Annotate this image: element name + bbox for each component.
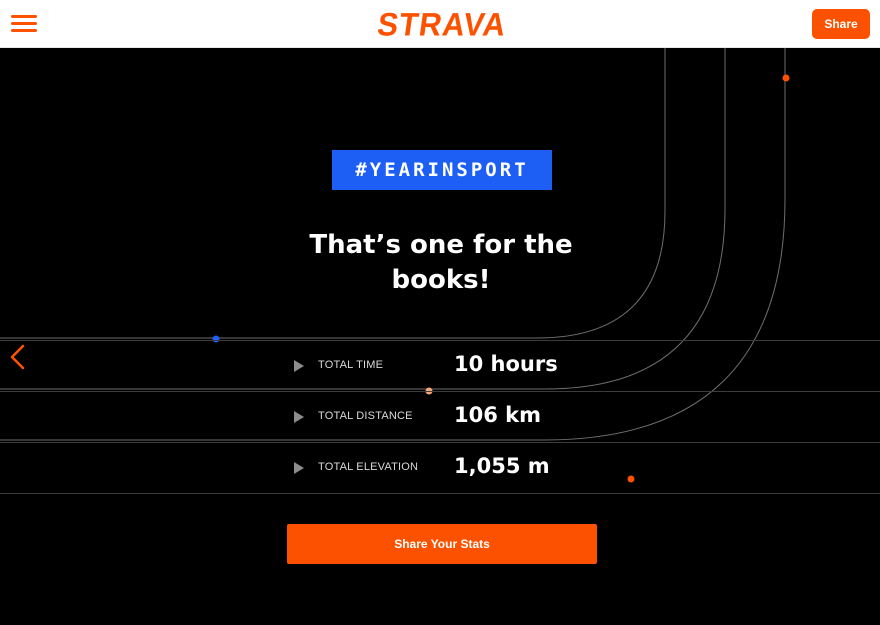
headline-line-2: books! xyxy=(391,265,491,295)
stat-row-total-elevation: TOTAL ELEVATION 1,055 m xyxy=(0,442,880,494)
stat-label: TOTAL TIME xyxy=(318,359,384,371)
stat-value: 10 hours xyxy=(454,352,558,376)
dot-orange-top xyxy=(782,74,790,82)
play-triangle-icon xyxy=(294,462,304,474)
stat-label: TOTAL DISTANCE xyxy=(318,410,413,422)
page-headline: That’s one for the books! xyxy=(280,228,602,298)
stat-row-total-time: TOTAL TIME 10 hours xyxy=(0,340,880,391)
play-triangle-icon xyxy=(294,411,304,423)
share-your-stats-button[interactable]: Share Your Stats xyxy=(287,524,597,564)
headline-line-1: That’s one for the xyxy=(309,230,573,260)
stat-label: TOTAL ELEVATION xyxy=(318,461,419,473)
play-triangle-icon xyxy=(294,360,304,372)
stats-list: TOTAL TIME 10 hours TOTAL DISTANCE 106 k… xyxy=(0,340,880,494)
stat-row-total-distance: TOTAL DISTANCE 106 km xyxy=(0,391,880,442)
stat-value: 106 km xyxy=(454,403,541,427)
yearinsport-badge: #YEARINSPORT xyxy=(332,150,552,190)
stat-value: 1,055 m xyxy=(454,454,550,478)
